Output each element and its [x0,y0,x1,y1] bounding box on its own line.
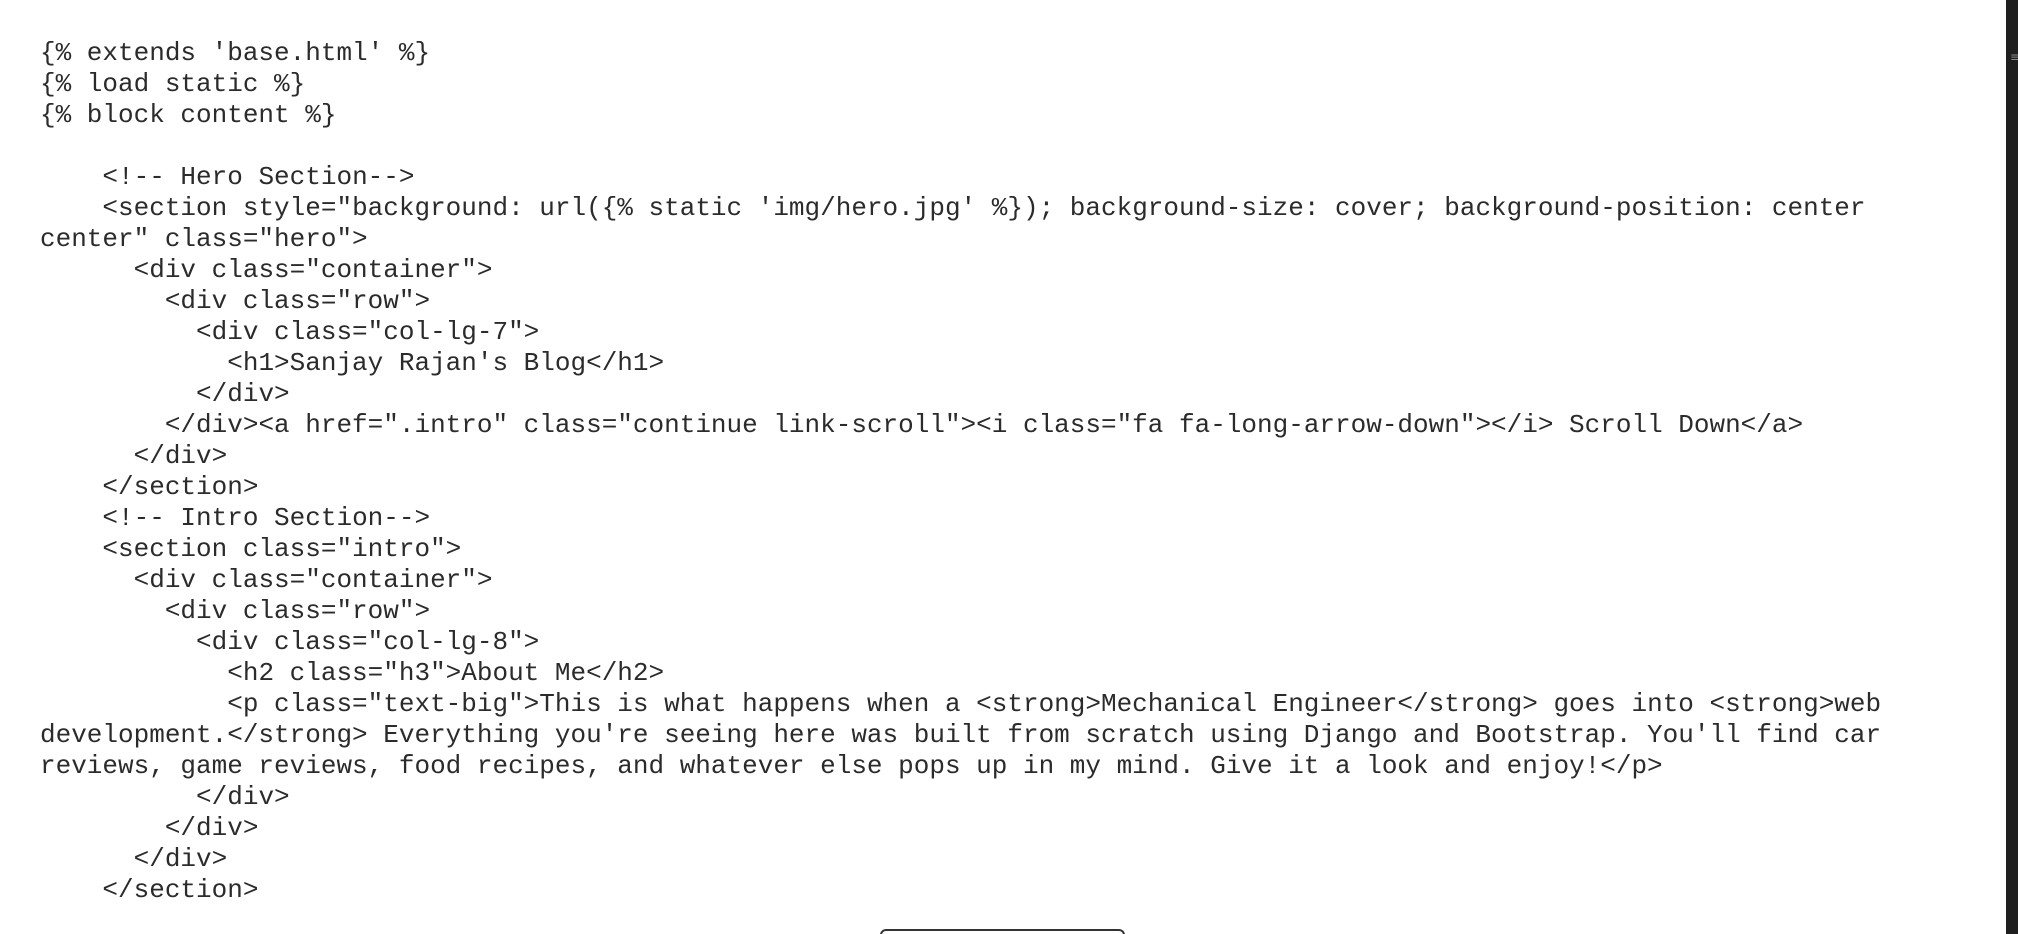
code-line: </div> [40,379,290,409]
code-line: <div class="row"> [40,286,431,316]
code-viewer: {% extends 'base.html' %} {% load static … [0,0,1990,934]
code-line: <div class="container"> [40,255,493,285]
code-line: </div> [40,782,290,812]
code-line: <!-- Hero Section--> [40,162,415,192]
code-line: </div> [40,844,228,874]
bottom-overlay-tab[interactable] [880,929,1125,934]
code-line: <!-- Intro Section--> [40,503,431,533]
code-line: <h1>Sanjay Rajan's Blog</h1> [40,348,665,378]
code-line: <div class="col-lg-7"> [40,317,540,347]
code-line: <p class="text-big">This is what happens… [40,689,1897,781]
code-line: {% extends 'base.html' %} [40,38,431,68]
code-line: {% load static %} [40,69,306,99]
vertical-scrollbar[interactable]: ≡ [2006,0,2018,934]
code-line: </section> [40,472,259,502]
scrollbar-grip-icon[interactable]: ≡ [2010,50,2018,64]
code-line: <div class="col-lg-8"> [40,627,540,657]
code-line: </div> [40,441,228,471]
code-line: </div> [40,813,259,843]
code-line: {% block content %} [40,100,337,130]
code-line: <div class="row"> [40,596,431,626]
code-line: <section class="intro"> [40,534,462,564]
source-code-block: {% extends 'base.html' %} {% load static … [40,38,1985,906]
code-line: </div><a href=".intro" class="continue l… [40,410,1804,440]
code-line: <h2 class="h3">About Me</h2> [40,658,665,688]
code-line: </section> [40,875,259,905]
code-line: <section style="background: url({% stati… [40,193,1882,254]
code-line: <div class="container"> [40,565,493,595]
